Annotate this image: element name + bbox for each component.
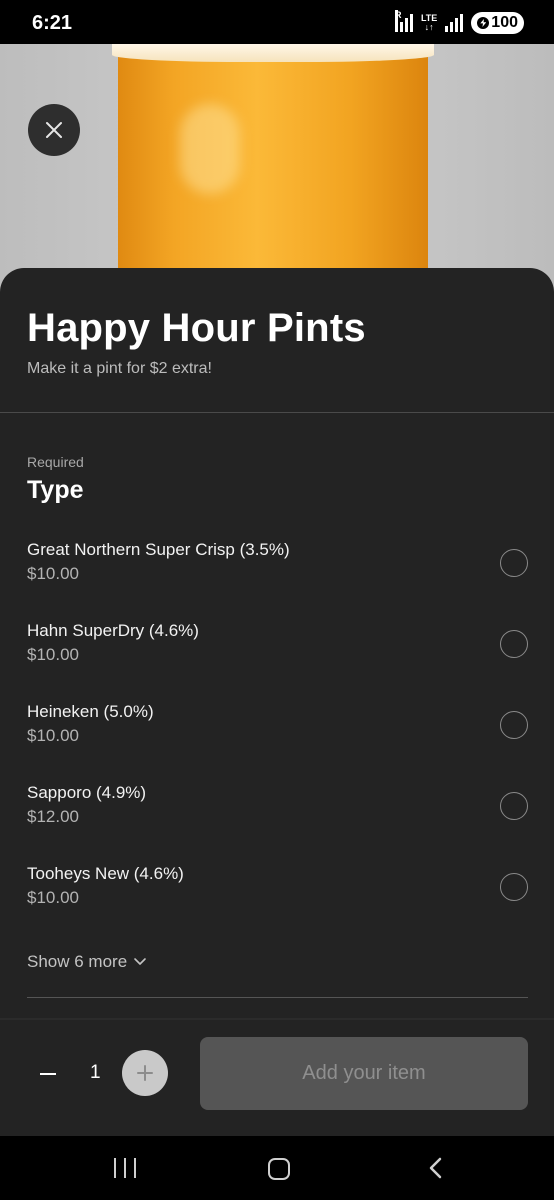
option-radio[interactable]: [500, 549, 528, 577]
signal-strength-icon: [445, 14, 464, 32]
option-name: Hahn SuperDry (4.6%): [27, 621, 199, 640]
option-list: Great Northern Super Crisp (3.5%) $10.00…: [0, 532, 554, 937]
beer-foam: [112, 44, 434, 62]
footer-bar: 1 Add your item: [0, 1020, 554, 1136]
home-button[interactable]: [268, 1158, 290, 1180]
beer-glass: [118, 44, 428, 304]
divider: [27, 997, 528, 998]
option-name: Great Northern Super Crisp (3.5%): [27, 540, 290, 559]
option-item[interactable]: Tooheys New (4.6%) $10.00: [0, 856, 554, 937]
network-activity: ↓↑: [424, 22, 434, 32]
option-item[interactable]: Hahn SuperDry (4.6%) $10.00: [0, 613, 554, 694]
network-type: LTE ↓↑: [421, 14, 437, 32]
item-sheet: Happy Hour Pints Make it a pint for $2 e…: [0, 268, 554, 1136]
option-price: $12.00: [27, 807, 79, 826]
beer-highlight: [180, 104, 240, 194]
chevron-down-icon: [134, 958, 146, 965]
navigation-bar: [0, 1136, 554, 1200]
section-title: Type: [27, 476, 84, 504]
product-subtitle: Make it a pint for $2 extra!: [27, 360, 212, 377]
option-price: $10.00: [27, 888, 79, 907]
charging-icon: [477, 17, 490, 29]
close-icon: [46, 122, 62, 138]
option-price: $10.00: [27, 726, 79, 745]
required-label: Required: [27, 454, 84, 470]
product-title: Happy Hour Pints: [27, 306, 366, 350]
option-item[interactable]: Sapporo (4.9%) $12.00: [0, 775, 554, 856]
add-item-button[interactable]: Add your item: [200, 1037, 528, 1110]
option-item[interactable]: Heineken (5.0%) $10.00: [0, 694, 554, 775]
minus-icon: [40, 1073, 56, 1075]
option-radio[interactable]: [500, 792, 528, 820]
option-name: Tooheys New (4.6%): [27, 864, 184, 883]
close-button[interactable]: [28, 104, 80, 156]
status-bar: 6:21 R LTE ↓↑ 100: [0, 0, 554, 44]
divider: [0, 412, 554, 413]
show-more-label: Show 6 more: [27, 952, 128, 971]
battery-indicator: 100: [471, 12, 524, 34]
option-item[interactable]: Great Northern Super Crisp (3.5%) $10.00: [0, 532, 554, 613]
back-button[interactable]: [426, 1156, 446, 1180]
recent-apps-button[interactable]: [114, 1158, 136, 1178]
quantity-value: 1: [90, 1062, 101, 1083]
option-name: Heineken (5.0%): [27, 702, 154, 721]
option-radio[interactable]: [500, 630, 528, 658]
decrease-quantity-button[interactable]: [38, 1064, 58, 1084]
option-radio[interactable]: [500, 711, 528, 739]
back-icon: [429, 1157, 442, 1179]
option-price: $10.00: [27, 564, 79, 583]
option-radio[interactable]: [500, 873, 528, 901]
product-image: [0, 44, 554, 304]
signal-icon: R: [394, 10, 413, 32]
show-more-button[interactable]: Show 6 more: [27, 952, 147, 972]
plus-icon: [137, 1065, 153, 1081]
status-icons: R LTE ↓↑ 100: [394, 10, 524, 34]
increase-quantity-button[interactable]: [122, 1050, 168, 1096]
battery-level: 100: [491, 14, 518, 31]
status-time: 6:21: [32, 12, 73, 34]
option-name: Sapporo (4.9%): [27, 783, 147, 802]
option-price: $10.00: [27, 645, 79, 664]
